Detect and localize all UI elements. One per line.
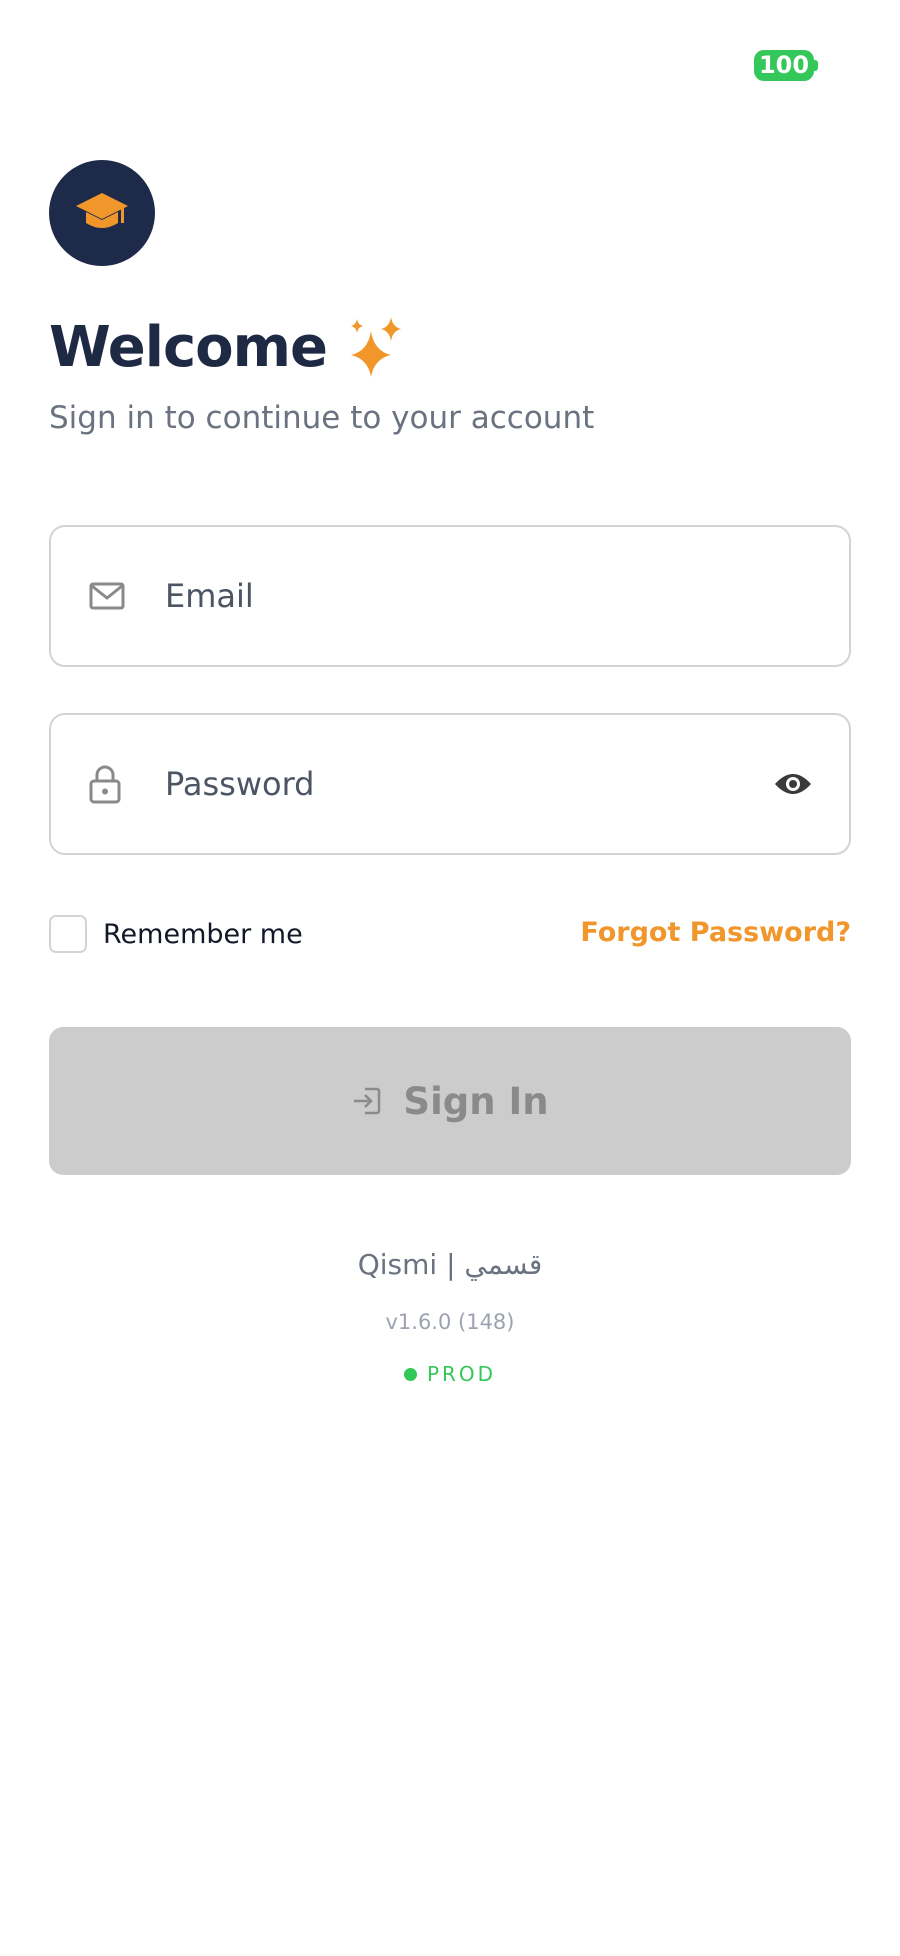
remember-me-label[interactable]: Remember me [103, 919, 303, 950]
email-field[interactable]: Email [49, 525, 851, 667]
remember-me[interactable]: Remember me [49, 915, 303, 953]
lock-icon [89, 765, 121, 804]
password-input[interactable]: Password [165, 715, 725, 853]
eye-icon[interactable] [773, 770, 813, 798]
forgot-password-link[interactable]: Forgot Password? [580, 917, 851, 948]
page-subtitle: Sign in to continue to your account [49, 400, 595, 436]
app-brand: Qismi | قسمي [357, 1248, 543, 1281]
login-icon [354, 1087, 381, 1115]
status-dot-icon [403, 1367, 417, 1381]
battery-cap [814, 60, 818, 71]
sign-in-button[interactable]: Sign In [49, 1027, 851, 1175]
remember-me-checkbox[interactable] [49, 915, 87, 953]
mail-icon [89, 582, 125, 610]
welcome-heading: Welcome [49, 312, 407, 382]
sign-in-label: Sign In [403, 1079, 549, 1123]
environment-badge: PROD [0, 1362, 900, 1386]
app-logo [49, 160, 155, 266]
environment-label: PROD [426, 1362, 497, 1386]
battery-indicator: 100 [754, 50, 814, 81]
status-bar: 100 [0, 0, 900, 110]
graduation-cap-icon [76, 193, 128, 228]
page-title: Welcome [49, 314, 328, 380]
email-input[interactable]: Email [165, 527, 725, 665]
sparkles-icon [350, 317, 401, 377]
password-field[interactable]: Password [49, 713, 851, 855]
app-version: v1.6.0 (148) [385, 1310, 515, 1334]
